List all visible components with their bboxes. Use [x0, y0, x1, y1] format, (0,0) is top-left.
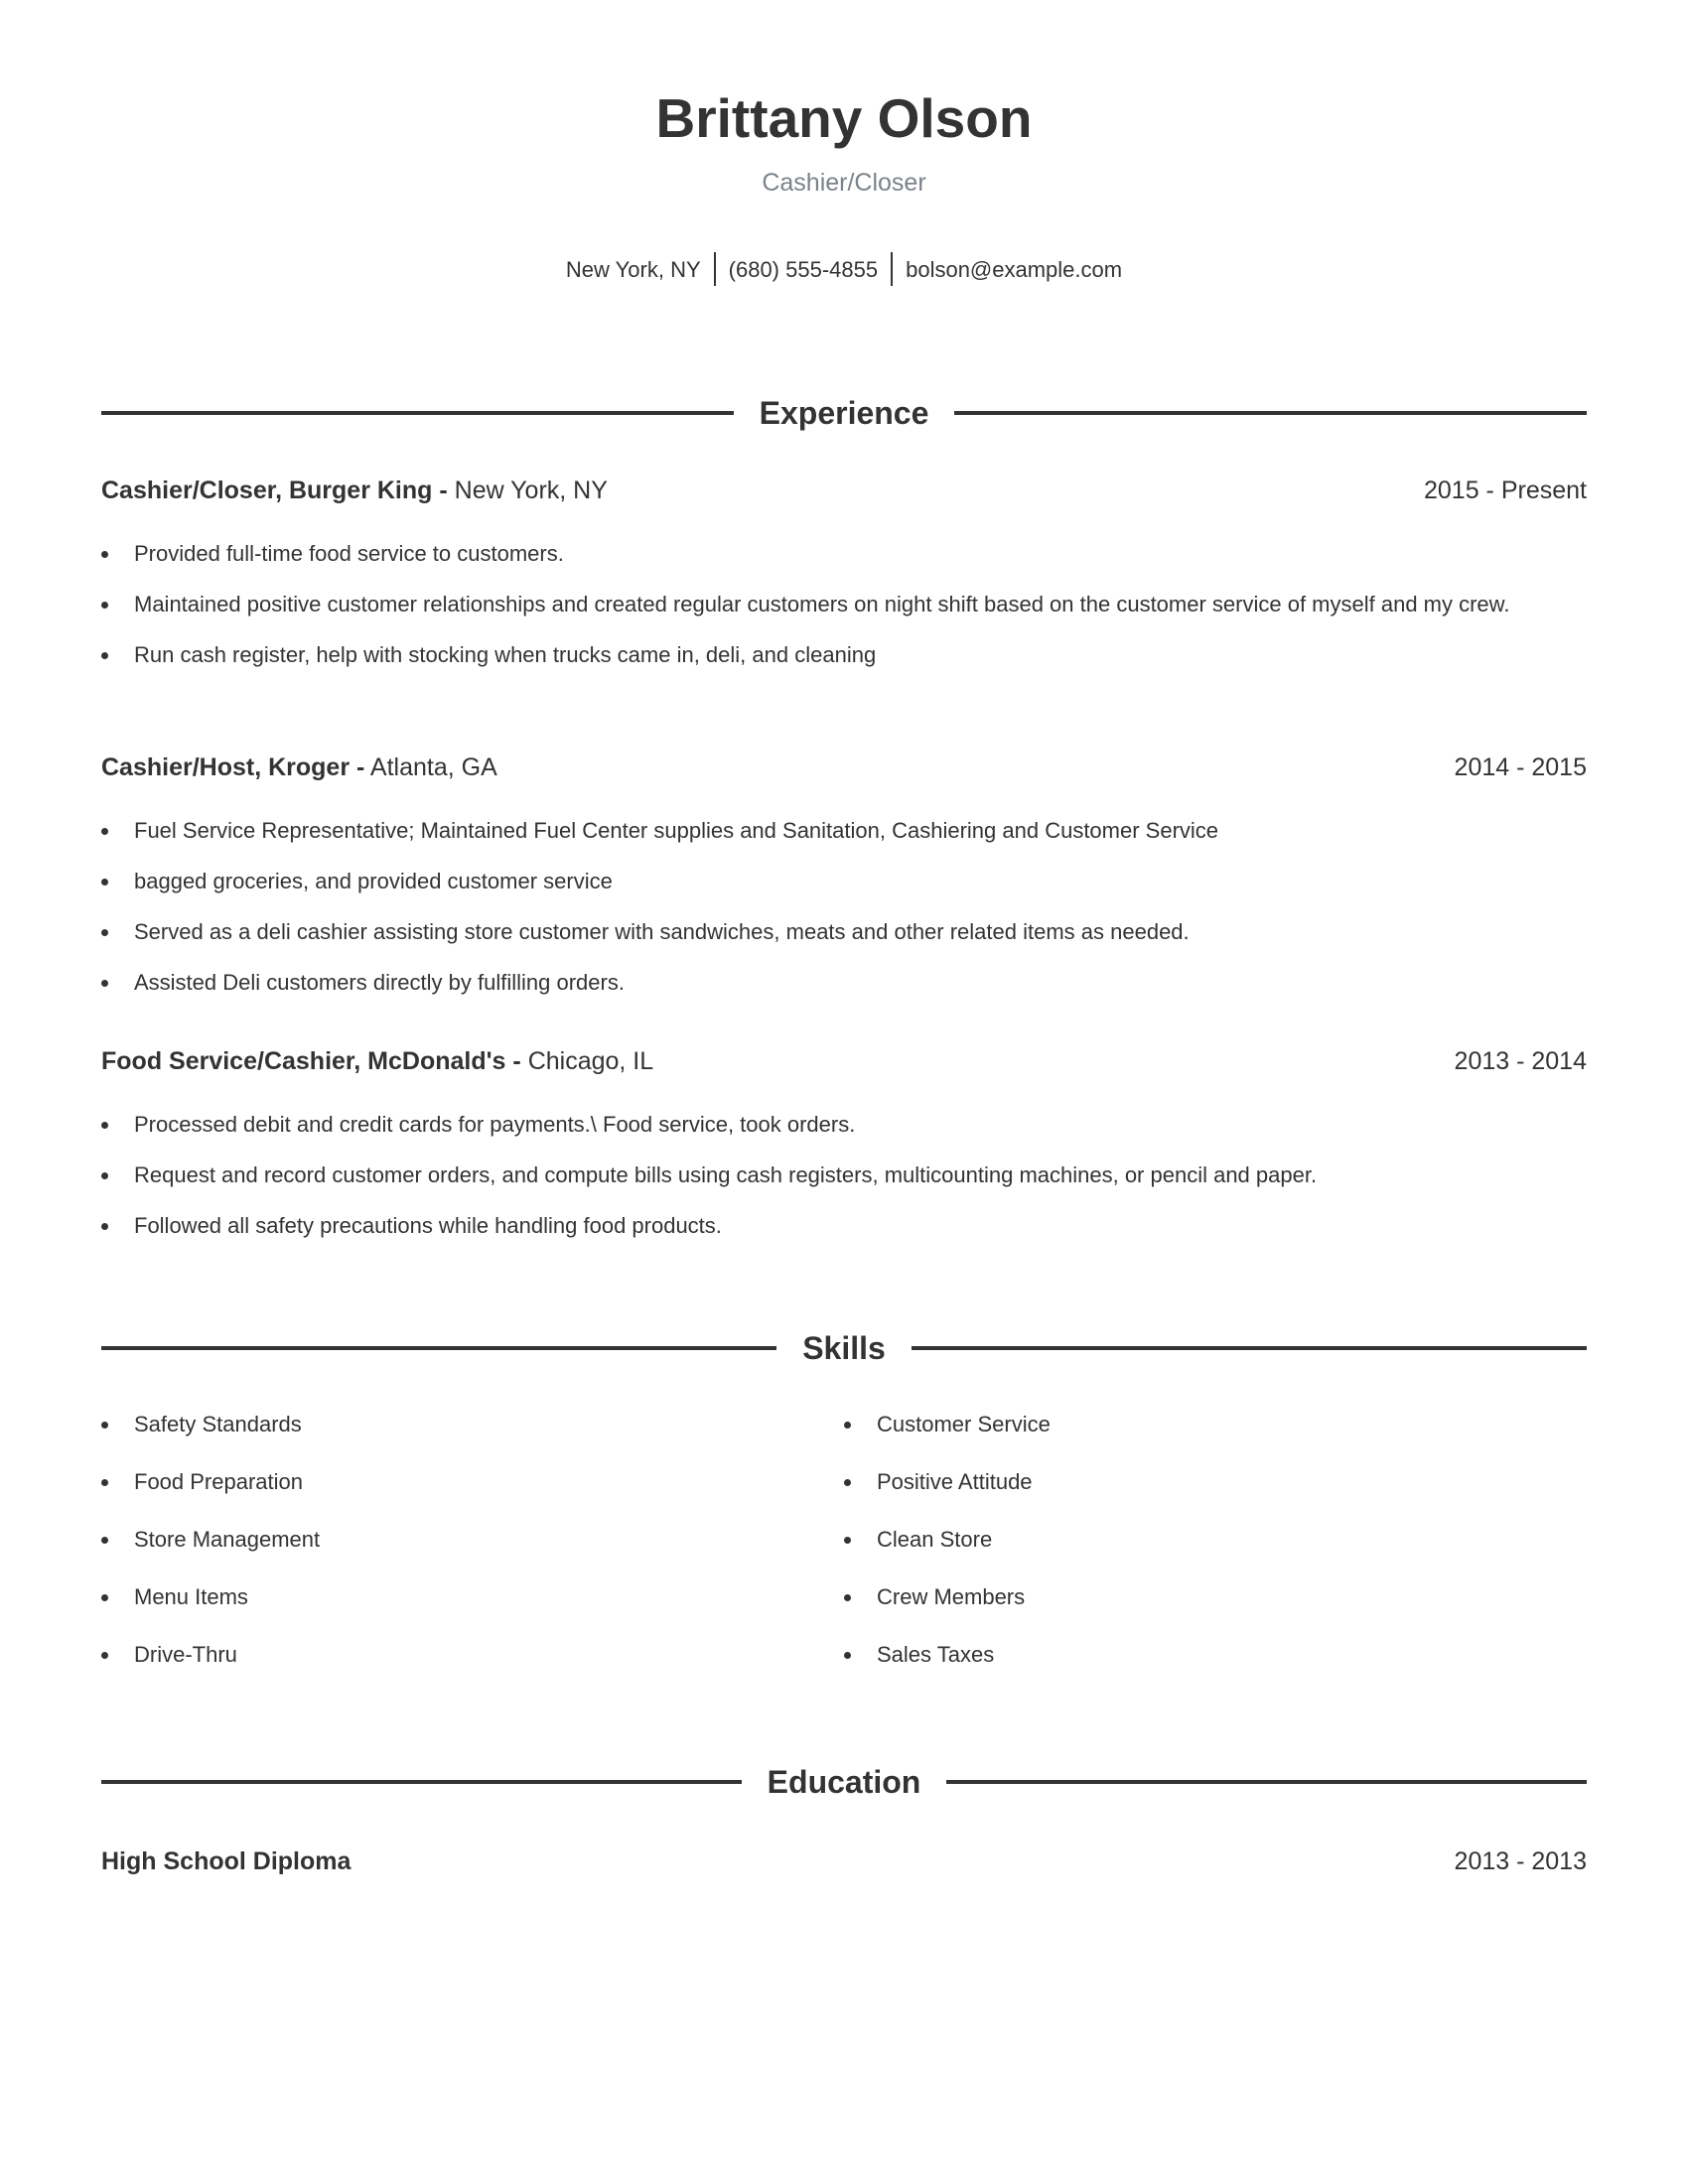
section-title: Skills: [802, 1330, 886, 1366]
skill-item: Positive Attitude: [844, 1465, 1587, 1499]
job-entry-header: Cashier/Closer, Burger King - New York, …: [101, 475, 1587, 506]
job-title-line: Food Service/Cashier, McDonald's - Chica…: [101, 1045, 653, 1077]
job-location: Atlanta, GA: [369, 753, 497, 781]
job-bullet: Followed all safety precautions while ha…: [101, 1209, 1587, 1243]
skills-column-left: Safety Standards Food Preparation Store …: [101, 1408, 844, 1696]
contact-divider: [891, 252, 894, 287]
skills-section-heading: Skills: [101, 1328, 1588, 1368]
job-bullets: Provided full-time food service to custo…: [101, 537, 1587, 689]
job-location: Chicago, IL: [527, 1047, 654, 1075]
degree-name: High School Diploma: [101, 1847, 352, 1875]
job-bullet: Processed debit and credit cards for pay…: [101, 1108, 1587, 1142]
skill-item: Crew Members: [844, 1580, 1587, 1614]
education-dates: 2013 - 2013: [1454, 1847, 1587, 1875]
section-rule-right: [946, 1780, 1588, 1784]
contact-phone: (680) 555-4855: [728, 257, 879, 282]
section-rule-right: [954, 411, 1588, 415]
contact-line: New York, NY (680) 555-4855 bolson@example…: [101, 252, 1587, 288]
skill-item: Menu Items: [101, 1580, 844, 1614]
skill-item: Customer Service: [844, 1408, 1587, 1441]
job-location: New York, NY: [454, 477, 608, 504]
job-dates: 2014 - 2015: [1454, 753, 1587, 781]
job-bullet: Fuel Service Representative; Maintained …: [101, 814, 1587, 848]
job-entry-header: Cashier/Host, Kroger - Atlanta, GA 2014 …: [101, 751, 1587, 783]
section-rule-left: [101, 1346, 777, 1350]
section-title: Education: [767, 1764, 921, 1800]
skill-item: Clean Store: [844, 1523, 1587, 1557]
skill-item: Safety Standards: [101, 1408, 844, 1441]
job-role: Cashier/Host, Kroger -: [101, 753, 365, 781]
job-dates: 2013 - 2014: [1454, 1047, 1587, 1075]
candidate-title: Cashier/Closer: [762, 169, 926, 197]
section-rule-right: [911, 1346, 1588, 1350]
contact-location: New York, NY: [565, 257, 701, 282]
job-entry-header: Food Service/Cashier, McDonald's - Chica…: [101, 1045, 1587, 1077]
education-section-heading: Education: [101, 1762, 1588, 1802]
job-bullet: bagged groceries, and provided customer …: [101, 865, 1587, 898]
contact-email: bolson@example.com: [906, 257, 1123, 282]
education-entry: High School Diploma 2013 - 2013: [101, 1845, 1587, 1877]
skill-item: Sales Taxes: [844, 1638, 1587, 1672]
section-rule-left: [101, 1780, 742, 1784]
skill-item: Drive-Thru: [101, 1638, 844, 1672]
experience-section-heading: Experience: [101, 393, 1588, 433]
job-bullet: Run cash register, help with stocking wh…: [101, 638, 1587, 672]
job-role: Cashier/Closer, Burger King -: [101, 477, 448, 504]
job-title-line: Cashier/Closer, Burger King - New York, …: [101, 475, 608, 506]
section-title: Experience: [759, 395, 929, 431]
job-dates: 2015 - Present: [1424, 477, 1587, 504]
job-role: Food Service/Cashier, McDonald's -: [101, 1047, 521, 1075]
job-bullets: Processed debit and credit cards for pay…: [101, 1108, 1587, 1260]
candidate-name: Brittany Olson: [655, 87, 1033, 149]
job-bullet: Request and record customer orders, and …: [101, 1159, 1587, 1192]
job-bullet: Maintained positive customer relationshi…: [101, 588, 1587, 621]
skill-item: Store Management: [101, 1523, 844, 1557]
job-bullet: Served as a deli cashier assisting store…: [101, 915, 1587, 949]
job-title-line: Cashier/Host, Kroger - Atlanta, GA: [101, 751, 497, 783]
job-bullet: Provided full-time food service to custo…: [101, 537, 1587, 571]
skill-item: Food Preparation: [101, 1465, 844, 1499]
skills-list: Safety Standards Food Preparation Store …: [101, 1408, 1587, 1696]
section-rule-left: [101, 411, 734, 415]
job-bullets: Fuel Service Representative; Maintained …: [101, 814, 1587, 1017]
contact-divider: [713, 252, 716, 287]
skills-column-right: Customer Service Positive Attitude Clean…: [844, 1408, 1587, 1696]
job-bullet: Assisted Deli customers directly by fulf…: [101, 966, 1587, 1000]
resume-page: Brittany Olson Cashier/Closer New York, …: [101, 0, 1588, 2184]
